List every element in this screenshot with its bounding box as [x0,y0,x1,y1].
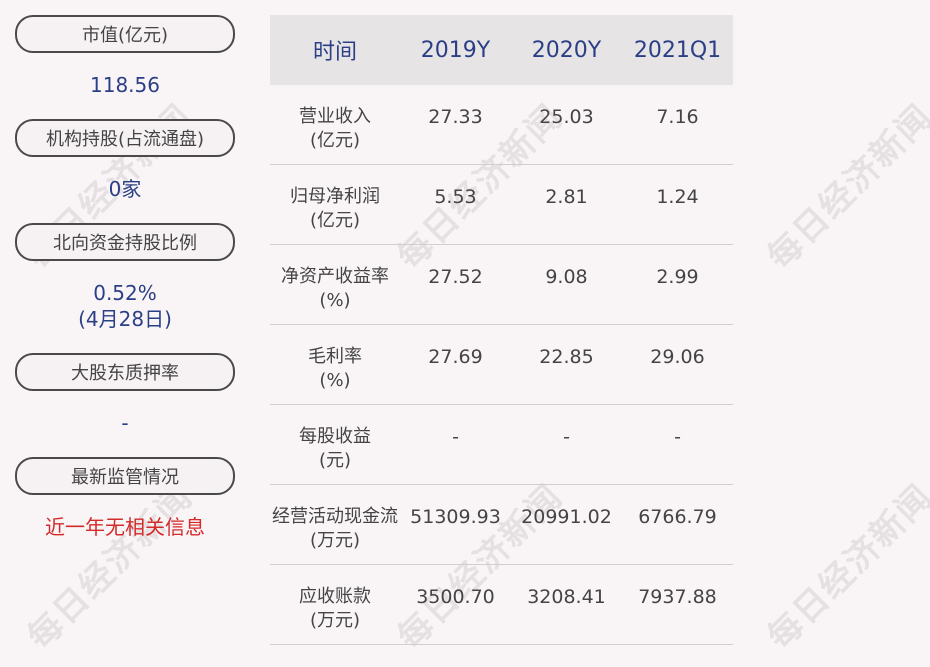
institutional-holding-label: 机构持股(占流通盘) [15,119,235,157]
table-cell: 27.33 [428,106,483,128]
pledge-ratio-label: 大股东质押率 [15,353,235,391]
table-cell: 9.08 [545,266,588,288]
market-cap-label: 市值(亿元) [15,15,235,53]
northbound-ratio-date: (4月28日) [78,307,172,331]
northbound-ratio-label: 北向资金持股比例 [15,223,235,261]
row-label: 应收账款 (万元) [299,586,371,631]
table-cell: - [563,426,570,448]
table-cell: - [452,426,459,448]
regulatory-status-label: 最新监管情况 [15,457,235,495]
watermark: 每日经济新闻 [19,476,201,658]
table-cell: 7.16 [656,106,699,128]
table-cell: 2.99 [656,266,699,288]
table-row: 毛利率 (%) 27.69 22.85 29.06 [270,325,733,405]
row-label: 净资产收益率 (%) [281,266,389,311]
table-cell: 3208.41 [527,586,606,608]
table-cell: 29.06 [650,346,705,368]
table-cell: 20991.02 [521,506,612,528]
table-cell: 27.69 [428,346,483,368]
row-label: 营业收入 (亿元) [299,106,371,151]
row-label: 经营活动现金流 (万元) [272,506,398,551]
table-row: 净资产收益率 (%) 27.52 9.08 2.99 [270,245,733,325]
northbound-ratio-value: 0.52% [93,281,157,305]
table-row: 经营活动现金流 (万元) 51309.93 20991.02 6766.79 [270,485,733,565]
table-cell: - [674,426,681,448]
header-2021q1: 2021Q1 [633,37,722,63]
regulatory-status-value: 近一年无相关信息 [45,515,205,539]
table-cell: 51309.93 [410,506,501,528]
table-row: 营业收入 (亿元) 27.33 25.03 7.16 [270,85,733,165]
table-row: 应收账款 (万元) 3500.70 3208.41 7937.88 [270,565,733,645]
table-cell: 22.85 [539,346,594,368]
table-row: 每股收益 (元) - - - [270,405,733,485]
table-row: 归母净利润 (亿元) 5.53 2.81 1.24 [270,165,733,245]
table-cell: 1.24 [656,186,699,208]
table-cell: 2.81 [545,186,588,208]
table-header: 时间 2019Y 2020Y 2021Q1 [270,15,733,85]
table-cell: 7937.88 [638,586,717,608]
pledge-ratio-value: - [121,411,129,435]
institutional-holding-value: 0家 [108,177,142,201]
header-2019y: 2019Y [420,37,491,63]
market-cap-value: 118.56 [90,73,160,97]
watermark: 每日经济新闻 [759,476,930,658]
table-cell: 25.03 [539,106,594,128]
table-cell: 3500.70 [416,586,495,608]
table-cell: 6766.79 [638,506,717,528]
row-label: 归母净利润 (亿元) [290,186,380,231]
table-cell: 27.52 [428,266,483,288]
header-2020y: 2020Y [531,37,602,63]
row-label: 每股收益 (元) [299,426,371,471]
watermark: 每日经济新闻 [759,96,930,278]
row-label: 毛利率 (%) [308,346,362,391]
header-time: 时间 [312,40,357,65]
table-cell: 5.53 [434,186,477,208]
financial-table: 时间 2019Y 2020Y 2021Q1 营业收入 (亿元) 27.33 25… [270,15,733,645]
